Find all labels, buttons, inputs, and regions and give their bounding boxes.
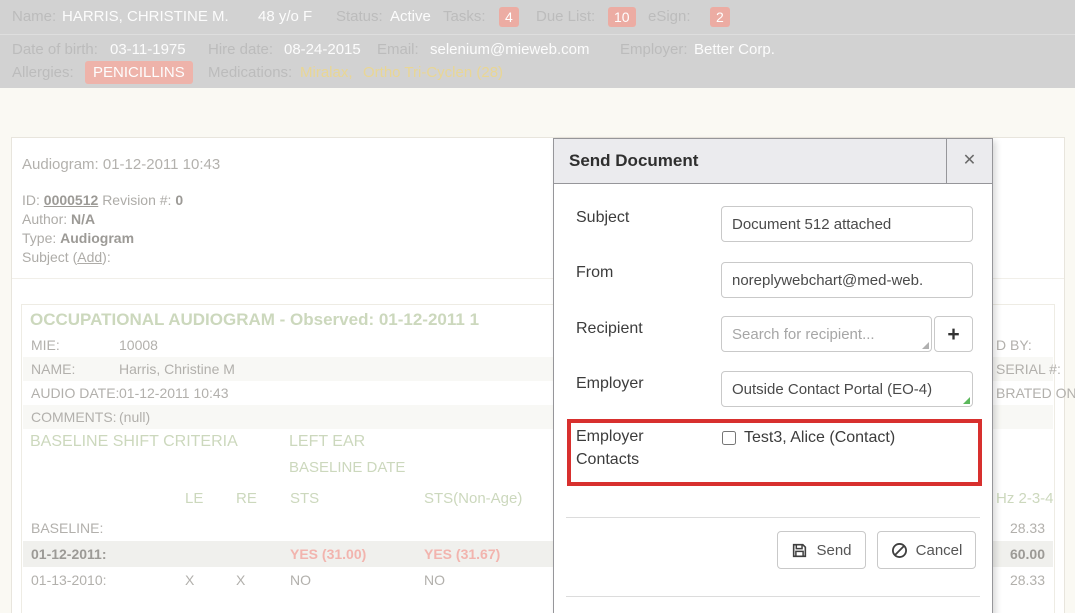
recipient-search-input[interactable] — [721, 316, 932, 352]
medication-link-2[interactable]: Ortho Tri-Cyclen (28) — [363, 61, 503, 85]
employer-value: Better Corp. — [694, 38, 775, 62]
doc-id-label: ID: — [22, 192, 40, 208]
dob-value: 03-11-1975 — [110, 38, 186, 62]
email-value: selenium@mieweb.com — [430, 38, 589, 62]
recipient-resize-grip-icon[interactable] — [922, 342, 929, 349]
doc-author-label: Author: — [22, 211, 67, 227]
baseline-title: BASELINE SHIFT CRITERIA — [30, 433, 238, 451]
add-recipient-button[interactable]: + — [934, 316, 973, 352]
employer-resize-grip-icon[interactable] — [963, 397, 970, 404]
subject-label: Subject — [576, 209, 629, 227]
allergy-badge[interactable]: PENICILLINS — [85, 61, 193, 84]
employer-select-input[interactable] — [721, 371, 973, 407]
document-title: Audiogram: 01-12-2011 10:43 — [22, 156, 220, 173]
report-heading: OCCUPATIONAL AUDIOGRAM - Observed: 01-12… — [30, 310, 479, 330]
send-document-modal: Send Document ✕ Subject From Recipient +… — [553, 138, 993, 613]
recipient-label: Recipient — [576, 320, 643, 338]
baseline-date-header: BASELINE DATE — [289, 459, 405, 476]
footer-divider — [566, 517, 980, 518]
medication-link-1[interactable]: Miralax, — [300, 61, 353, 85]
screen: Name: HARRIS, CHRISTINE M. 48 y/o F Stat… — [0, 0, 1075, 613]
from-input[interactable] — [721, 262, 973, 298]
close-icon[interactable]: ✕ — [946, 139, 992, 183]
tasks-label: Tasks: — [443, 0, 486, 34]
subject-input[interactable] — [721, 206, 973, 242]
cutoff-fragment: SERIAL #: — [996, 357, 1061, 381]
tasks-count-badge[interactable]: 4 — [499, 7, 519, 27]
cancel-button[interactable]: Cancel — [877, 531, 976, 569]
doc-revision-value: 0 — [175, 192, 183, 208]
esign-label: eSign: — [648, 0, 691, 34]
patient-name: HARRIS, CHRISTINE M. — [62, 0, 229, 34]
send-button[interactable]: Send — [777, 531, 866, 569]
doc-author-value: N/A — [71, 211, 95, 227]
employer-contacts-label-line2: Contacts — [576, 451, 639, 469]
employer-contacts-label-line1: Employer — [576, 428, 644, 446]
esign-count-badge[interactable]: 2 — [710, 7, 730, 27]
status-label: Status: — [336, 0, 383, 34]
from-label: From — [576, 264, 613, 282]
contact-checkbox[interactable] — [722, 431, 736, 445]
cancel-button-label: Cancel — [916, 542, 963, 559]
doc-revision-label: Revision #: — [102, 192, 171, 208]
allergies-label: Allergies: — [12, 61, 74, 85]
save-disk-icon — [791, 542, 808, 559]
contact-option-label: Test3, Alice (Contact) — [744, 429, 895, 447]
name-label: Name: — [12, 0, 56, 34]
employer-field-label: Employer — [576, 375, 644, 393]
doc-id-link[interactable]: 0000512 — [44, 192, 99, 208]
status-value: Active — [390, 0, 431, 34]
cancel-slash-icon — [891, 542, 908, 559]
send-button-label: Send — [816, 542, 851, 559]
dob-label: Date of birth: — [12, 38, 98, 62]
cutoff-fragment: BRATED ON — [996, 381, 1075, 405]
doc-subject-label: Subject ( — [22, 249, 77, 265]
hire-date-value: 08-24-2015 — [284, 38, 361, 62]
patient-header-rows23: Date of birth: 03-11-1975 Hire date: 08-… — [0, 35, 1075, 88]
doc-subject-add-link[interactable]: Add — [77, 249, 102, 265]
hire-date-label: Hire date: — [208, 38, 273, 62]
patient-header-row1: Name: HARRIS, CHRISTINE M. 48 y/o F Stat… — [0, 0, 1075, 35]
patient-age-sex: 48 y/o F — [258, 0, 312, 34]
due-list-count-badge[interactable]: 10 — [608, 7, 636, 27]
hz-header-fragment: Hz 2-3-4 — [996, 487, 1054, 511]
modal-title: Send Document — [569, 139, 698, 183]
cutoff-fragment: D BY: — [996, 333, 1032, 357]
modal-header: Send Document ✕ — [554, 139, 992, 184]
bottom-divider — [566, 596, 980, 597]
doc-type-value: Audiogram — [60, 230, 134, 246]
left-ear-header: LEFT EAR — [289, 433, 365, 451]
due-list-label: Due List: — [536, 0, 595, 34]
medications-label: Medications: — [208, 61, 292, 85]
doc-type-label: Type: — [22, 230, 56, 246]
employer-label: Employer: — [620, 38, 688, 62]
email-label: Email: — [377, 38, 419, 62]
